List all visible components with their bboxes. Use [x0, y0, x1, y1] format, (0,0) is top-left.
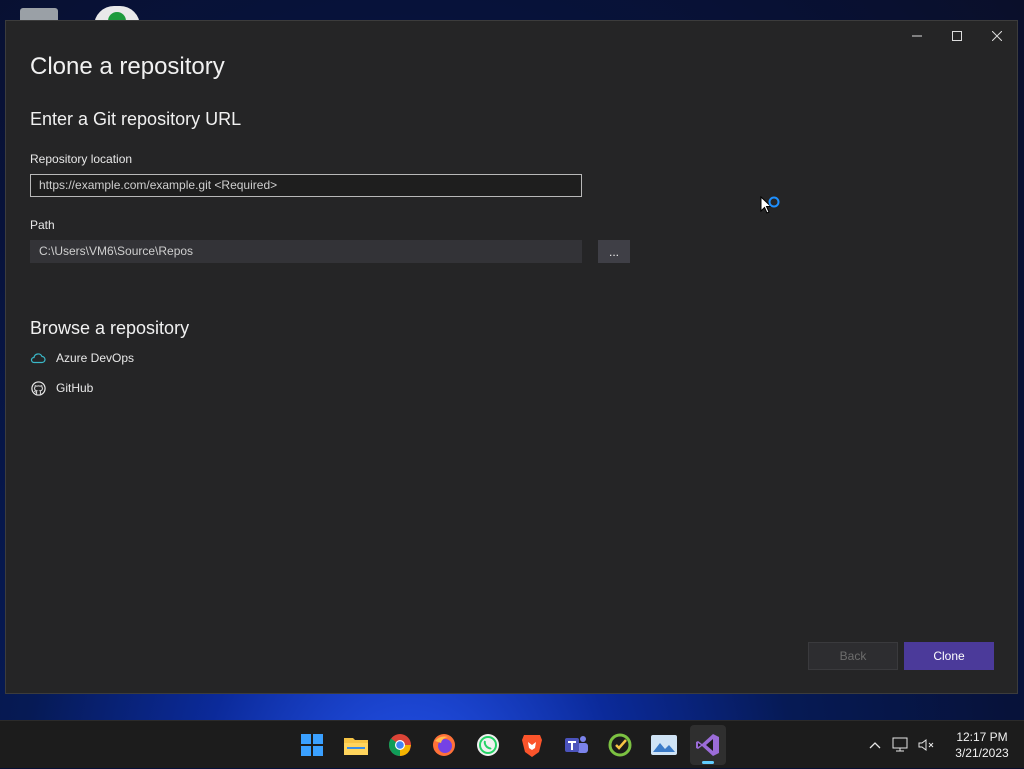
section-heading-browse: Browse a repository: [30, 318, 190, 338]
github-icon: [30, 380, 46, 396]
clock-time: 12:17 PM: [956, 730, 1008, 744]
windows-logo-icon: [301, 734, 323, 756]
window-controls: [897, 21, 1017, 51]
page-title: Clone a repository: [30, 53, 225, 80]
repository-location-input[interactable]: https://example.com/example.git <Require…: [30, 174, 582, 197]
minimize-button[interactable]: [897, 21, 937, 51]
folder-icon: [344, 738, 368, 755]
system-tray: 12:17 PM 3/21/2023: [862, 721, 1024, 769]
chevron-up-icon: [869, 742, 881, 749]
firefox-icon: [433, 734, 455, 756]
firefox-button[interactable]: [426, 725, 462, 765]
file-explorer-button[interactable]: [338, 725, 374, 765]
visual-studio-button[interactable]: [690, 725, 726, 765]
taskbar: 12:17 PM 3/21/2023: [0, 720, 1024, 768]
close-icon: [992, 31, 1002, 41]
repository-location-label: Repository location: [30, 152, 133, 166]
volume-button[interactable]: [914, 737, 940, 753]
volume-muted-icon: [918, 739, 934, 751]
close-button[interactable]: [977, 21, 1017, 51]
green-app-icon: [608, 733, 632, 757]
clock[interactable]: 12:17 PM 3/21/2023: [940, 729, 1024, 761]
chrome-icon: [388, 734, 411, 756]
maximize-icon: [952, 31, 962, 41]
network-icon: [892, 737, 908, 752]
teams-icon: [565, 736, 588, 753]
brave-lion-icon: [522, 735, 542, 757]
maximize-button[interactable]: [937, 21, 977, 51]
teams-button[interactable]: [558, 725, 594, 765]
github-label: GitHub: [56, 381, 94, 395]
github-link[interactable]: GitHub: [30, 380, 93, 396]
clock-date: 3/21/2023: [955, 746, 1009, 760]
path-input[interactable]: C:\Users\VM6\Source\Repos: [30, 240, 582, 263]
back-button[interactable]: Back: [808, 642, 898, 670]
browse-folder-button[interactable]: ...: [598, 240, 630, 263]
green-app-button[interactable]: [602, 725, 638, 765]
azure-devops-label: Azure DevOps: [56, 351, 135, 365]
clone-repository-window: Clone a repository Enter a Git repositor…: [5, 20, 1018, 694]
whatsapp-icon: [477, 734, 499, 756]
photos-button[interactable]: [646, 725, 682, 765]
show-hidden-icons-button[interactable]: [862, 741, 888, 749]
network-button[interactable]: [888, 737, 914, 753]
taskbar-apps: [294, 721, 726, 769]
path-label: Path: [30, 218, 55, 232]
clone-button[interactable]: Clone: [904, 642, 994, 670]
whatsapp-button[interactable]: [470, 725, 506, 765]
azure-devops-link[interactable]: Azure DevOps: [30, 350, 134, 366]
photos-icon: [651, 735, 677, 755]
chrome-button[interactable]: [382, 725, 418, 765]
cloud-icon: [30, 350, 46, 366]
minimize-icon: [912, 35, 922, 37]
brave-button[interactable]: [514, 725, 550, 765]
start-button[interactable]: [294, 725, 330, 765]
visual-studio-icon: [696, 734, 719, 756]
section-heading-url: Enter a Git repository URL: [30, 109, 242, 129]
busy-cursor-icon: [760, 196, 780, 214]
